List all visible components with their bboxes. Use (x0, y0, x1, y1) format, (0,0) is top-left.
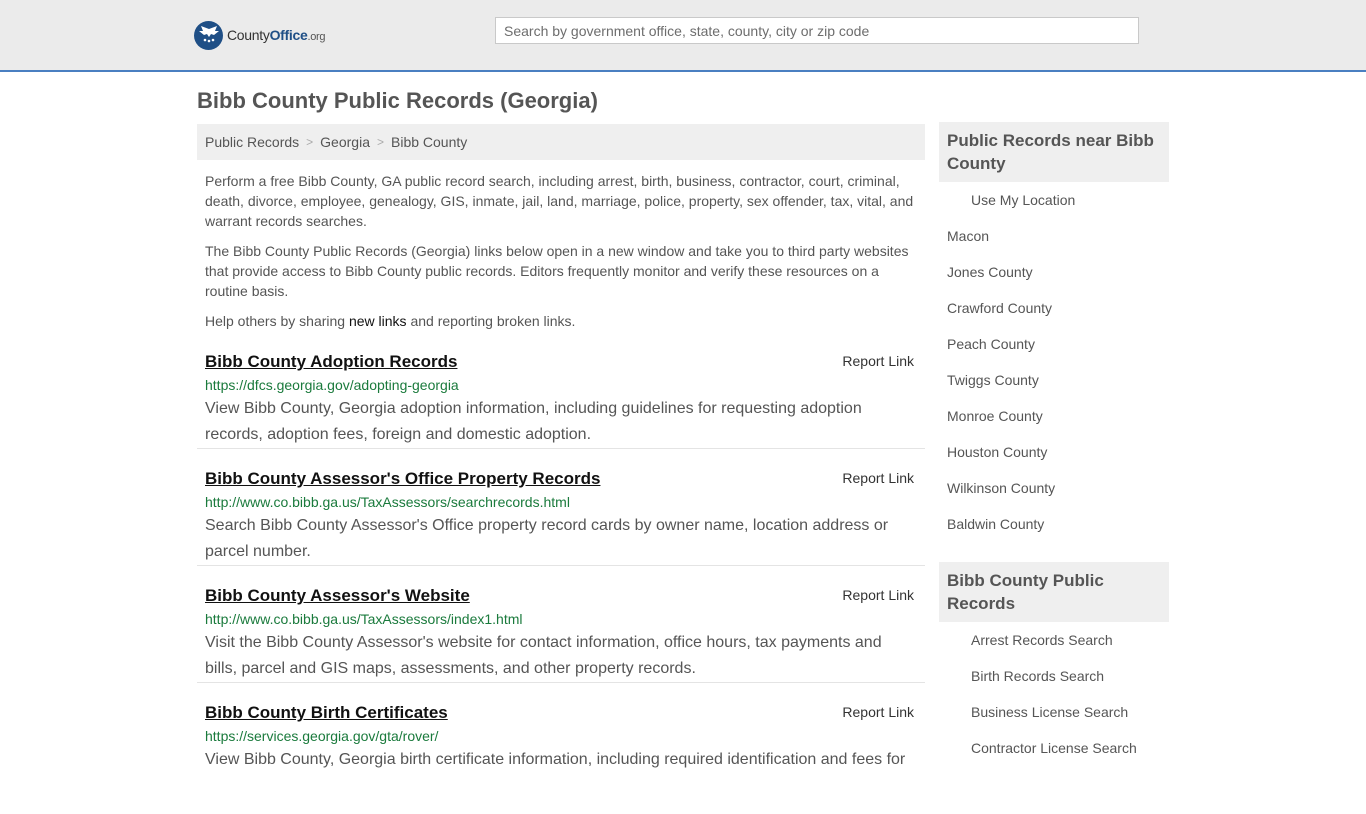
new-links-link[interactable]: new links (349, 313, 407, 329)
page-title: Bibb County Public Records (Georgia) (197, 88, 598, 113)
list-item: Monroe County (939, 398, 1169, 434)
record-url[interactable]: https://dfcs.georgia.gov/adopting-georgi… (205, 377, 917, 393)
nearby-link-jones-county[interactable]: Jones County (947, 264, 1033, 280)
record-item: Bibb County Assessor's Office Property R… (197, 463, 925, 566)
record-url[interactable]: http://www.co.bibb.ga.us/TaxAssessors/se… (205, 494, 917, 510)
breadcrumb-public-records[interactable]: Public Records (205, 134, 299, 150)
record-item: Bibb County Assessor's Website Report Li… (197, 580, 925, 683)
logo-wordmark: CountyOffice.org (227, 27, 326, 43)
record-url[interactable]: http://www.co.bibb.ga.us/TaxAssessors/in… (205, 611, 917, 627)
record-title-link[interactable]: Bibb County Birth Certificates (205, 703, 448, 723)
list-item: Business License Search (939, 694, 1169, 730)
business-license-search-link[interactable]: Business License Search (971, 704, 1128, 720)
record-description: Visit the Bibb County Assessor's website… (205, 634, 882, 677)
breadcrumb-bibb-county[interactable]: Bibb County (391, 134, 467, 150)
use-my-location-link[interactable]: Use My Location (971, 192, 1075, 208)
nearby-list: Use My Location Macon Jones County Crawf… (939, 182, 1169, 542)
record-item: Bibb County Birth Certificates Report Li… (197, 697, 925, 800)
list-item: Houston County (939, 434, 1169, 470)
site-header: CountyOffice.org (0, 0, 1366, 72)
site-search-input[interactable] (495, 17, 1139, 44)
record-description: View Bibb County, Georgia adoption infor… (205, 400, 862, 443)
list-item: Contractor License Search (939, 730, 1169, 766)
county-records-heading: Bibb County Public Records (939, 562, 1169, 622)
record-description: View Bibb County, Georgia birth certific… (205, 751, 906, 768)
list-item: Birth Records Search (939, 658, 1169, 694)
list-item: Use My Location (939, 182, 1169, 218)
record-description: Search Bibb County Assessor's Office pro… (205, 517, 889, 560)
intro-paragraph: Perform a free Bibb County, GA public re… (205, 173, 914, 229)
list-item: Arrest Records Search (939, 622, 1169, 658)
record-title-link[interactable]: Bibb County Assessor's Website (205, 586, 470, 606)
breadcrumb-georgia[interactable]: Georgia (320, 134, 370, 150)
nearby-link-peach-county[interactable]: Peach County (947, 336, 1035, 352)
report-link-button[interactable]: Report Link (842, 587, 914, 603)
nearby-link-macon[interactable]: Macon (947, 228, 989, 244)
birth-records-search-link[interactable]: Birth Records Search (971, 668, 1104, 684)
share-links-paragraph: Help others by sharing new links and rep… (205, 313, 576, 329)
site-logo[interactable]: CountyOffice.org (194, 20, 326, 50)
list-item: Jones County (939, 254, 1169, 290)
eagle-seal-icon (194, 20, 223, 50)
chevron-right-icon: > (376, 135, 384, 149)
arrest-records-search-link[interactable]: Arrest Records Search (971, 632, 1113, 648)
intro-paragraph: The Bibb County Public Records (Georgia)… (205, 243, 909, 299)
list-item: Wilkinson County (939, 470, 1169, 506)
nearby-link-baldwin-county[interactable]: Baldwin County (947, 516, 1044, 532)
list-item: Macon (939, 218, 1169, 254)
nearby-link-twiggs-county[interactable]: Twiggs County (947, 372, 1039, 388)
list-item: Baldwin County (939, 506, 1169, 542)
report-link-button[interactable]: Report Link (842, 470, 914, 486)
nearby-link-houston-county[interactable]: Houston County (947, 444, 1047, 460)
sidebar: Public Records near Bibb County Use My L… (939, 122, 1169, 766)
report-link-button[interactable]: Report Link (842, 353, 914, 369)
list-item: Twiggs County (939, 362, 1169, 398)
contractor-license-search-link[interactable]: Contractor License Search (971, 740, 1137, 756)
chevron-right-icon: > (306, 135, 314, 149)
county-records-list: Arrest Records Search Birth Records Sear… (939, 622, 1169, 766)
record-url[interactable]: https://services.georgia.gov/gta/rover/ (205, 728, 917, 744)
nearby-link-wilkinson-county[interactable]: Wilkinson County (947, 480, 1055, 496)
list-item: Peach County (939, 326, 1169, 362)
breadcrumb: Public Records > Georgia > Bibb County (197, 124, 925, 160)
nearby-link-crawford-county[interactable]: Crawford County (947, 300, 1052, 316)
nearby-link-monroe-county[interactable]: Monroe County (947, 408, 1043, 424)
nearby-records-heading: Public Records near Bibb County (939, 122, 1169, 182)
list-item: Crawford County (939, 290, 1169, 326)
records-list: Bibb County Adoption Records Report Link… (197, 346, 925, 814)
record-title-link[interactable]: Bibb County Assessor's Office Property R… (205, 469, 600, 489)
report-link-button[interactable]: Report Link (842, 704, 914, 720)
intro-text: Perform a free Bibb County, GA public re… (205, 171, 917, 341)
record-title-link[interactable]: Bibb County Adoption Records (205, 352, 457, 372)
record-item: Bibb County Adoption Records Report Link… (197, 346, 925, 449)
